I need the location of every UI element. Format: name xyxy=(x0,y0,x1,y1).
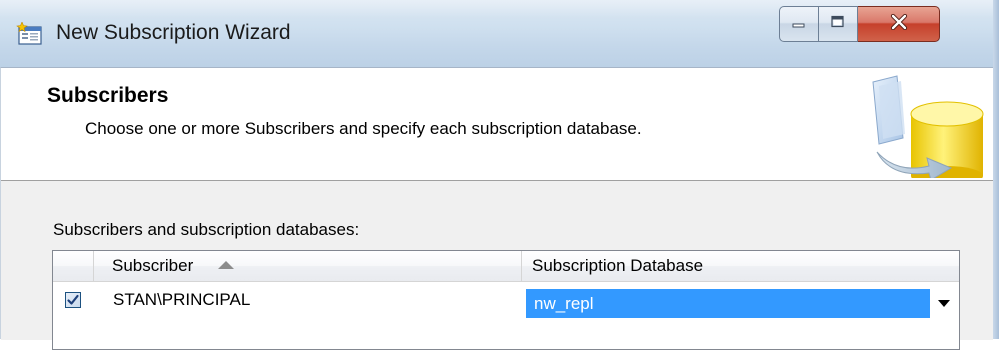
column-header-subscription-database[interactable]: Subscription Database xyxy=(522,251,959,281)
page-title: Subscribers xyxy=(47,84,169,107)
window-frame-edge xyxy=(993,0,999,339)
minimize-icon xyxy=(791,15,807,33)
column-header-subscriber-label: Subscriber xyxy=(112,256,194,275)
subscriber-checkbox[interactable] xyxy=(65,292,81,308)
caption-buttons xyxy=(779,6,940,42)
column-header-subscriber[interactable]: Subscriber xyxy=(94,251,522,281)
maximize-icon xyxy=(830,15,846,34)
subscriber-name: STAN\PRINCIPAL xyxy=(113,290,251,309)
title-bar[interactable]: New Subscription Wizard xyxy=(0,0,999,67)
grid-label: Subscribers and subscription databases: xyxy=(53,220,360,239)
minimize-button[interactable] xyxy=(779,6,819,42)
subscription-database-value: nw_repl xyxy=(534,294,594,313)
table-row[interactable]: STAN\PRINCIPAL nw_repl xyxy=(53,282,959,320)
wizard-body: Subscribers and subscription databases: … xyxy=(1,181,993,350)
subscription-database-select[interactable]: nw_repl xyxy=(526,289,930,318)
database-replication-graphic xyxy=(867,74,989,186)
wizard-app-icon xyxy=(16,21,44,46)
row-check-cell xyxy=(53,282,94,320)
window-title: New Subscription Wizard xyxy=(56,21,291,44)
subscribers-grid[interactable]: Subscriber Subscription Database STAN\PR… xyxy=(52,250,960,350)
wizard-client-area: Subscribers Choose one or more Subscribe… xyxy=(0,67,993,350)
wizard-header: Subscribers Choose one or more Subscribe… xyxy=(1,68,993,186)
chevron-down-icon xyxy=(938,300,950,307)
column-header-check[interactable] xyxy=(53,251,94,281)
column-header-subscription-database-label: Subscription Database xyxy=(532,256,704,275)
page-description: Choose one or more Subscribers and speci… xyxy=(85,119,642,138)
maximize-button[interactable] xyxy=(819,6,858,42)
grid-header: Subscriber Subscription Database xyxy=(53,251,959,282)
new-subscription-wizard-window: New Subscription Wizard Subscribers Choo… xyxy=(0,0,999,350)
subscription-database-dropdown-button[interactable] xyxy=(930,289,958,318)
close-button[interactable] xyxy=(858,6,940,42)
sort-ascending-icon xyxy=(218,260,234,269)
close-icon xyxy=(890,13,908,35)
